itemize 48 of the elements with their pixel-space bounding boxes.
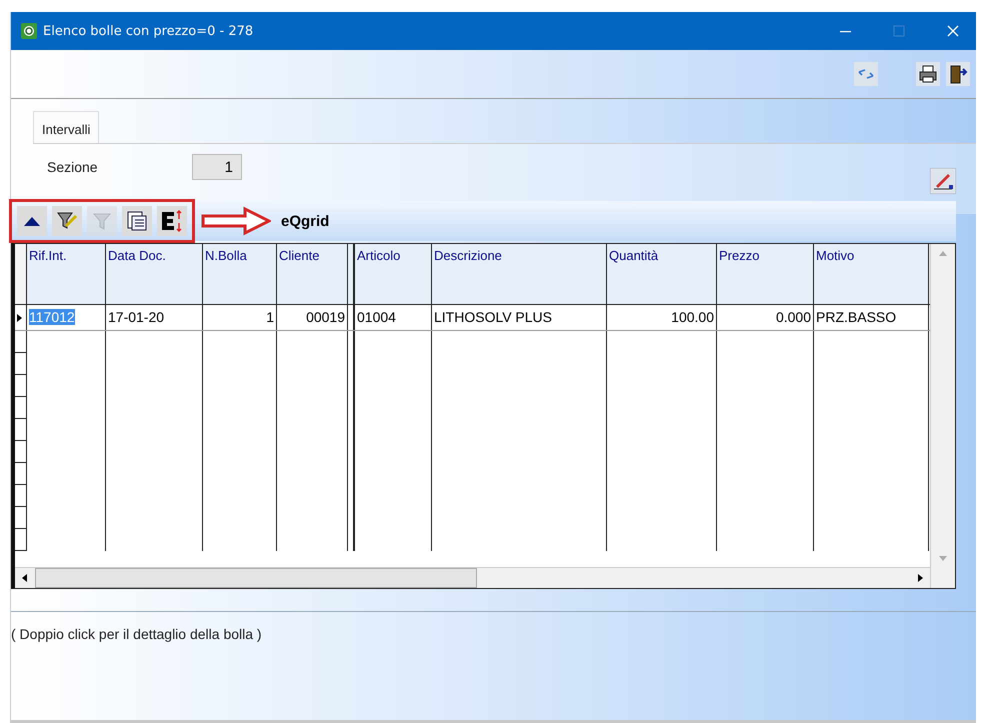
swap-arrows-icon[interactable] (854, 62, 878, 86)
row-indicator (15, 419, 27, 441)
right-arrow-icon[interactable] (916, 574, 924, 582)
table-cell: LITHOSOLV PLUS (432, 305, 607, 330)
table-cell: 17-01-20 (106, 305, 203, 330)
horizontal-scrollbar[interactable] (15, 567, 930, 588)
filter-edit-icon[interactable] (52, 206, 82, 236)
row-indicator (15, 529, 27, 551)
column-header[interactable]: Descrizione (432, 244, 607, 304)
table-cell: 00019 (277, 305, 348, 330)
table-cell: 01004 (355, 305, 432, 330)
column-header[interactable]: Motivo (814, 244, 929, 304)
field-label: Sezione (47, 159, 99, 175)
row-indicator (15, 331, 27, 353)
table-cell: PRZ.BASSO (814, 305, 929, 330)
row-indicator (15, 507, 27, 529)
pen-icon[interactable] (930, 168, 956, 194)
left-arrow-icon[interactable] (21, 574, 29, 582)
maximize-icon (893, 25, 905, 37)
table-cell: 117012 (27, 305, 106, 330)
app-icon (21, 23, 37, 39)
printer-icon[interactable] (916, 62, 940, 86)
grid-title: eQgrid (281, 212, 330, 230)
list-icon[interactable] (122, 206, 152, 236)
scrollbar-thumb[interactable] (35, 568, 477, 588)
row-indicator (15, 375, 27, 397)
column-header[interactable]: Data Doc. (106, 244, 203, 304)
exit-door-icon[interactable] (946, 62, 970, 86)
table-cell: 1 (203, 305, 277, 330)
column-header[interactable]: Articolo (355, 244, 432, 304)
tab[interactable]: Intervalli (33, 111, 100, 143)
input-field[interactable]: 1 (192, 154, 242, 180)
column-header[interactable]: Rif.Int. (27, 244, 106, 304)
column-header[interactable]: Cliente (277, 244, 348, 304)
row-indicator (15, 485, 27, 507)
row-indicator (15, 441, 27, 463)
window-title: Elenco bolle con prezzo=0 - 278 (43, 24, 254, 38)
row-indicator (15, 353, 27, 375)
letter-e-arrows-icon[interactable] (157, 206, 187, 236)
hint-text: ( Doppio click per il dettaglio della bolla ) (11, 626, 262, 642)
column-header[interactable]: N.Bolla (203, 244, 277, 304)
column-header[interactable]: Prezzo (717, 244, 814, 304)
row-indicator (15, 463, 27, 485)
arrow-icon (201, 206, 271, 236)
column-header[interactable]: Quantità (607, 244, 717, 304)
table-cell: 100.00 (607, 305, 717, 330)
row-indicator (15, 397, 27, 419)
table-cell: 0.000 (717, 305, 814, 330)
